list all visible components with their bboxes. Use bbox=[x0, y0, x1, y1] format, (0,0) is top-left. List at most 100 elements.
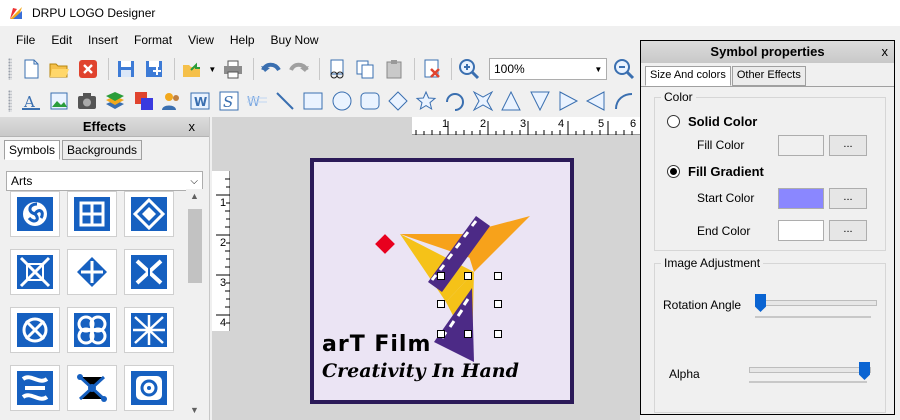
logo-tagline-text[interactable]: Creativity In Hand bbox=[322, 360, 519, 382]
insert-camera-button[interactable] bbox=[74, 88, 99, 114]
start-color-swatch[interactable] bbox=[778, 188, 824, 209]
copy-button[interactable] bbox=[353, 56, 379, 82]
insert-shapes-button[interactable] bbox=[131, 88, 156, 114]
menu-insert[interactable]: Insert bbox=[80, 30, 126, 50]
zoom-in-button[interactable] bbox=[456, 56, 482, 82]
selection-handle[interactable] bbox=[494, 272, 502, 280]
tab-symbols[interactable]: Symbols bbox=[4, 140, 61, 160]
toolbar-grip[interactable] bbox=[8, 58, 12, 80]
new-button[interactable] bbox=[18, 56, 44, 82]
rounded-rect-tool-button[interactable] bbox=[357, 88, 382, 114]
insert-layers-button[interactable] bbox=[103, 88, 128, 114]
symbol-item[interactable] bbox=[67, 191, 117, 237]
menu-buy-now[interactable]: Buy Now bbox=[263, 30, 327, 50]
selection-handle[interactable] bbox=[464, 330, 472, 338]
insert-users-button[interactable] bbox=[159, 88, 184, 114]
start-color-browse-button[interactable]: ... bbox=[829, 188, 867, 209]
fill-gradient-radio[interactable]: Fill Gradient bbox=[667, 164, 764, 179]
triangle-down-tool-button[interactable] bbox=[527, 88, 552, 114]
export-dropdown-button[interactable]: ▼ bbox=[207, 56, 217, 82]
symbol-item[interactable] bbox=[124, 191, 174, 237]
diamond-tool-button[interactable] bbox=[386, 88, 411, 114]
tab-backgrounds[interactable]: Backgrounds bbox=[62, 140, 143, 160]
print-button[interactable] bbox=[220, 56, 246, 82]
open-button[interactable] bbox=[47, 56, 73, 82]
alpha-slider-thumb[interactable] bbox=[859, 362, 870, 380]
delete-button[interactable] bbox=[419, 56, 445, 82]
symbol-item[interactable] bbox=[67, 365, 117, 411]
star-tool-button[interactable] bbox=[414, 88, 439, 114]
effects-close-button[interactable]: x bbox=[189, 117, 196, 137]
insert-image-button[interactable] bbox=[46, 88, 71, 114]
scroll-up-icon[interactable]: ▲ bbox=[190, 191, 199, 201]
scrollbar-thumb[interactable] bbox=[188, 209, 202, 283]
end-color-swatch[interactable] bbox=[778, 220, 824, 241]
symbol-item[interactable] bbox=[10, 249, 60, 295]
insert-watermark-button[interactable]: W bbox=[244, 88, 269, 114]
save-as-button[interactable] bbox=[141, 56, 167, 82]
selection-handle[interactable] bbox=[437, 330, 445, 338]
curve-tool-button[interactable] bbox=[612, 88, 637, 114]
close-doc-button[interactable] bbox=[75, 56, 101, 82]
triangle-tool-button[interactable] bbox=[499, 88, 524, 114]
diamond-icon bbox=[388, 91, 408, 111]
symbol-item[interactable] bbox=[124, 249, 174, 295]
end-color-browse-button[interactable]: ... bbox=[829, 220, 867, 241]
redo-button[interactable] bbox=[286, 56, 312, 82]
rectangle-tool-button[interactable] bbox=[301, 88, 326, 114]
menu-view[interactable]: View bbox=[180, 30, 222, 50]
selection-handle[interactable] bbox=[464, 272, 472, 280]
symbol-item[interactable] bbox=[67, 307, 117, 353]
menu-help[interactable]: Help bbox=[222, 30, 263, 50]
triangle-left-tool-button[interactable] bbox=[584, 88, 609, 114]
rotation-angle-slider[interactable] bbox=[755, 300, 877, 306]
tab-other-effects[interactable]: Other Effects bbox=[731, 66, 806, 86]
logo-canvas[interactable]: arT Film Creativity In Hand bbox=[310, 158, 574, 404]
arc-tool-button[interactable] bbox=[442, 88, 467, 114]
line-tool-button[interactable] bbox=[272, 88, 297, 114]
paste-button[interactable] bbox=[381, 56, 407, 82]
menu-file[interactable]: File bbox=[0, 30, 43, 50]
fill-color-browse-button[interactable]: ... bbox=[829, 135, 867, 156]
chevron-down-icon: ⌵ bbox=[190, 175, 198, 187]
scroll-down-icon[interactable]: ▼ bbox=[190, 405, 199, 415]
insert-word-button[interactable]: W bbox=[188, 88, 213, 114]
symbol-item[interactable] bbox=[10, 365, 60, 411]
toolbar-separator bbox=[451, 58, 453, 80]
layers-icon bbox=[106, 92, 125, 109]
menu-edit[interactable]: Edit bbox=[43, 30, 80, 50]
fill-color-swatch[interactable] bbox=[778, 135, 824, 156]
camera-icon bbox=[78, 93, 97, 109]
selection-handle[interactable] bbox=[494, 300, 502, 308]
menu-format[interactable]: Format bbox=[126, 30, 180, 50]
insert-signature-button[interactable]: S bbox=[216, 88, 241, 114]
save-button[interactable] bbox=[113, 56, 139, 82]
selection-handle[interactable] bbox=[494, 330, 502, 338]
zoom-out-button[interactable] bbox=[611, 56, 637, 82]
undo-button[interactable] bbox=[258, 56, 284, 82]
symbol-item[interactable] bbox=[67, 249, 117, 295]
symbol-item[interactable] bbox=[124, 307, 174, 353]
properties-close-button[interactable]: x bbox=[882, 41, 889, 63]
logo-brand-text[interactable]: arT Film bbox=[322, 332, 431, 357]
cut-button[interactable] bbox=[324, 56, 350, 82]
export-button[interactable] bbox=[179, 56, 205, 82]
selection-handle[interactable] bbox=[437, 300, 445, 308]
alpha-slider[interactable] bbox=[749, 367, 871, 373]
tab-size-and-colors[interactable]: Size And colors bbox=[645, 66, 731, 86]
zoom-select[interactable]: 100% ▼ bbox=[489, 58, 608, 80]
rotation-slider-thumb[interactable] bbox=[755, 294, 766, 312]
solid-color-radio[interactable]: Solid Color bbox=[667, 114, 757, 129]
ruler-mark: 5 bbox=[598, 118, 605, 130]
symbol-item[interactable] bbox=[10, 191, 60, 237]
ellipse-tool-button[interactable] bbox=[329, 88, 354, 114]
triangle-right-tool-button[interactable] bbox=[555, 88, 580, 114]
insert-text-button[interactable]: A bbox=[18, 88, 43, 114]
symbol-category-select[interactable]: Arts ⌵ bbox=[6, 171, 203, 191]
symbol-item[interactable] bbox=[124, 365, 174, 411]
selection-handle[interactable] bbox=[437, 272, 445, 280]
toolbar-grip[interactable] bbox=[8, 90, 12, 112]
symbol-item[interactable] bbox=[10, 307, 60, 353]
symbols-scrollbar[interactable]: ▲ ▼ bbox=[186, 189, 204, 417]
starburst-tool-button[interactable] bbox=[470, 88, 495, 114]
